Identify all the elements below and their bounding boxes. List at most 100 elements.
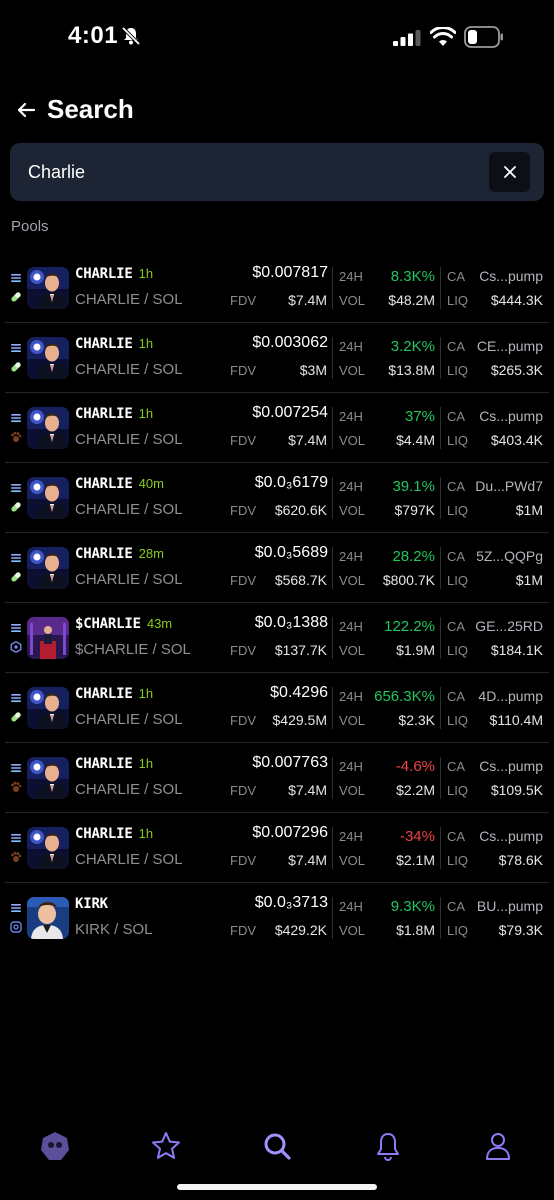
tab-home[interactable] [35,1126,75,1166]
liquidity-label: LIQ [447,503,468,518]
ca-label: CA [447,759,466,774]
contract-address[interactable]: BU...pump [477,898,543,914]
change-label: 24H [339,899,363,914]
tab-notifications[interactable] [368,1126,408,1166]
liquidity-value: $79.3K [498,922,543,938]
page-title: Search [47,94,134,124]
token-name: $CHARLIE 43m [75,616,172,632]
token-symbol: CHARLIE [75,476,133,492]
token-price: $0.007817 [252,264,328,281]
pool-row[interactable]: $CHARLIE 43m $CHARLIE / SOL $0.0₃1388 FDV $13… [5,603,549,673]
liquidity-label: LIQ [447,293,468,308]
contract-address[interactable]: Cs...pump [479,268,543,284]
liquidity-label: LIQ [447,573,468,588]
liquidity-value: $1M [515,572,543,588]
token-pair: CHARLIE / SOL [75,851,183,868]
pill-icon [10,360,22,378]
pool-row[interactable]: KIRK KIRK / SOL $0.0₃3713 FDV $429.2K 24H 9.3K… [5,883,549,953]
volume-label: VOL [339,783,366,798]
search-input[interactable] [28,157,468,187]
liquidity-label: LIQ [447,853,468,868]
hex-icon [10,640,22,658]
liquidity-label: LIQ [447,923,468,938]
pill-icon [10,710,22,728]
liquidity-value: $109.5K [490,782,543,798]
token-avatar [27,267,69,309]
column-divider [332,757,333,799]
home-indicator [177,1184,377,1190]
liquidity-value: $110.4M [489,712,543,728]
pool-list: CHARLIE 1h CHARLIE / SOL $0.007817 FDV $7.4M 2… [5,253,549,953]
paw-icon [10,780,22,798]
change-label: 24H [339,619,363,634]
volume-label: VOL [339,293,366,308]
change-label: 24H [339,409,363,424]
tab-search[interactable] [257,1126,297,1166]
change-label: 24H [339,689,363,704]
pool-row[interactable]: CHARLIE 1h CHARLIE / SOL $0.007254 FDV $7.4M 2… [5,393,549,463]
liquidity-label: LIQ [447,713,468,728]
clear-search-button[interactable] [489,152,530,192]
back-arrow-icon[interactable] [14,98,38,122]
column-divider [440,827,441,869]
volume-label: VOL [339,503,366,518]
volume-value: $2.1M [396,852,435,868]
pool-row[interactable]: CHARLIE 40m CHARLIE / SOL $0.0₃6179 FDV $620.… [5,463,549,533]
header: Search [0,88,554,134]
pool-row[interactable]: CHARLIE 1h CHARLIE / SOL $0.007296 FDV $7.4M 2… [5,813,549,883]
contract-address[interactable]: Cs...pump [479,758,543,774]
token-price: $0.0₃3713 [254,894,328,911]
volume-value: $800.7K [382,572,435,588]
pill-icon [10,570,22,588]
dex-icon [10,691,22,709]
fdv-value: $3M [299,362,327,378]
contract-address[interactable]: GE...25RD [475,618,543,634]
token-name: KIRK [75,896,114,912]
fdv-value: $7.4M [288,292,327,308]
contract-address[interactable]: CE...pump [477,338,543,354]
liquidity-label: LIQ [447,363,468,378]
pool-row[interactable]: CHARLIE 1h CHARLIE / SOL $0.007763 FDV $7.4M 2… [5,743,549,813]
tab-profile[interactable] [478,1126,518,1166]
column-divider [332,827,333,869]
change-value: -34% [399,828,435,845]
token-avatar [27,407,69,449]
contract-address[interactable]: Cs...pump [479,828,543,844]
column-divider [332,617,333,659]
volume-label: VOL [339,643,366,658]
fdv-value: $7.4M [288,432,327,448]
token-name: CHARLIE 1h [75,686,153,702]
token-price: $0.0₃6179 [254,474,328,491]
volume-label: VOL [339,433,366,448]
contract-address[interactable]: 5Z...QQPg [476,548,543,564]
pool-row[interactable]: CHARLIE 1h CHARLIE / SOL $0.007817 FDV $7.4M 2… [5,253,549,323]
contract-address[interactable]: Du...PWd7 [475,478,543,494]
contract-address[interactable]: 4D...pump [478,688,543,704]
bell-off-icon [121,26,141,46]
token-avatar [27,547,69,589]
token-age: 1h [138,686,154,701]
liquidity-value: $265.3K [490,362,543,378]
volume-value: $2.2M [396,782,435,798]
pool-row[interactable]: CHARLIE 1h CHARLIE / SOL $0.4296 FDV $429.5M 2… [5,673,549,743]
profile-icon [486,1133,510,1160]
dex-icon [10,481,22,499]
dex-icon [10,621,22,639]
pool-row[interactable]: CHARLIE 1h CHARLIE / SOL $0.003062 FDV $3M 24H… [5,323,549,393]
column-divider [440,617,441,659]
ca-label: CA [447,479,466,494]
column-divider [440,757,441,799]
contract-address[interactable]: Cs...pump [479,408,543,424]
change-value: 3.2K% [390,338,435,355]
search-box[interactable] [10,143,544,201]
token-pair: CHARLIE / SOL [75,781,183,798]
dex-icon [10,831,22,849]
liquidity-value: $444.3K [490,292,543,308]
pool-row[interactable]: CHARLIE 28m CHARLIE / SOL $0.0₃5689 FDV $568.… [5,533,549,603]
volume-label: VOL [339,853,366,868]
column-divider [440,897,441,939]
token-age: 28m [138,546,164,561]
token-symbol: $CHARLIE [75,616,141,632]
token-pair: KIRK / SOL [75,921,153,938]
tab-watchlist[interactable] [146,1126,186,1166]
